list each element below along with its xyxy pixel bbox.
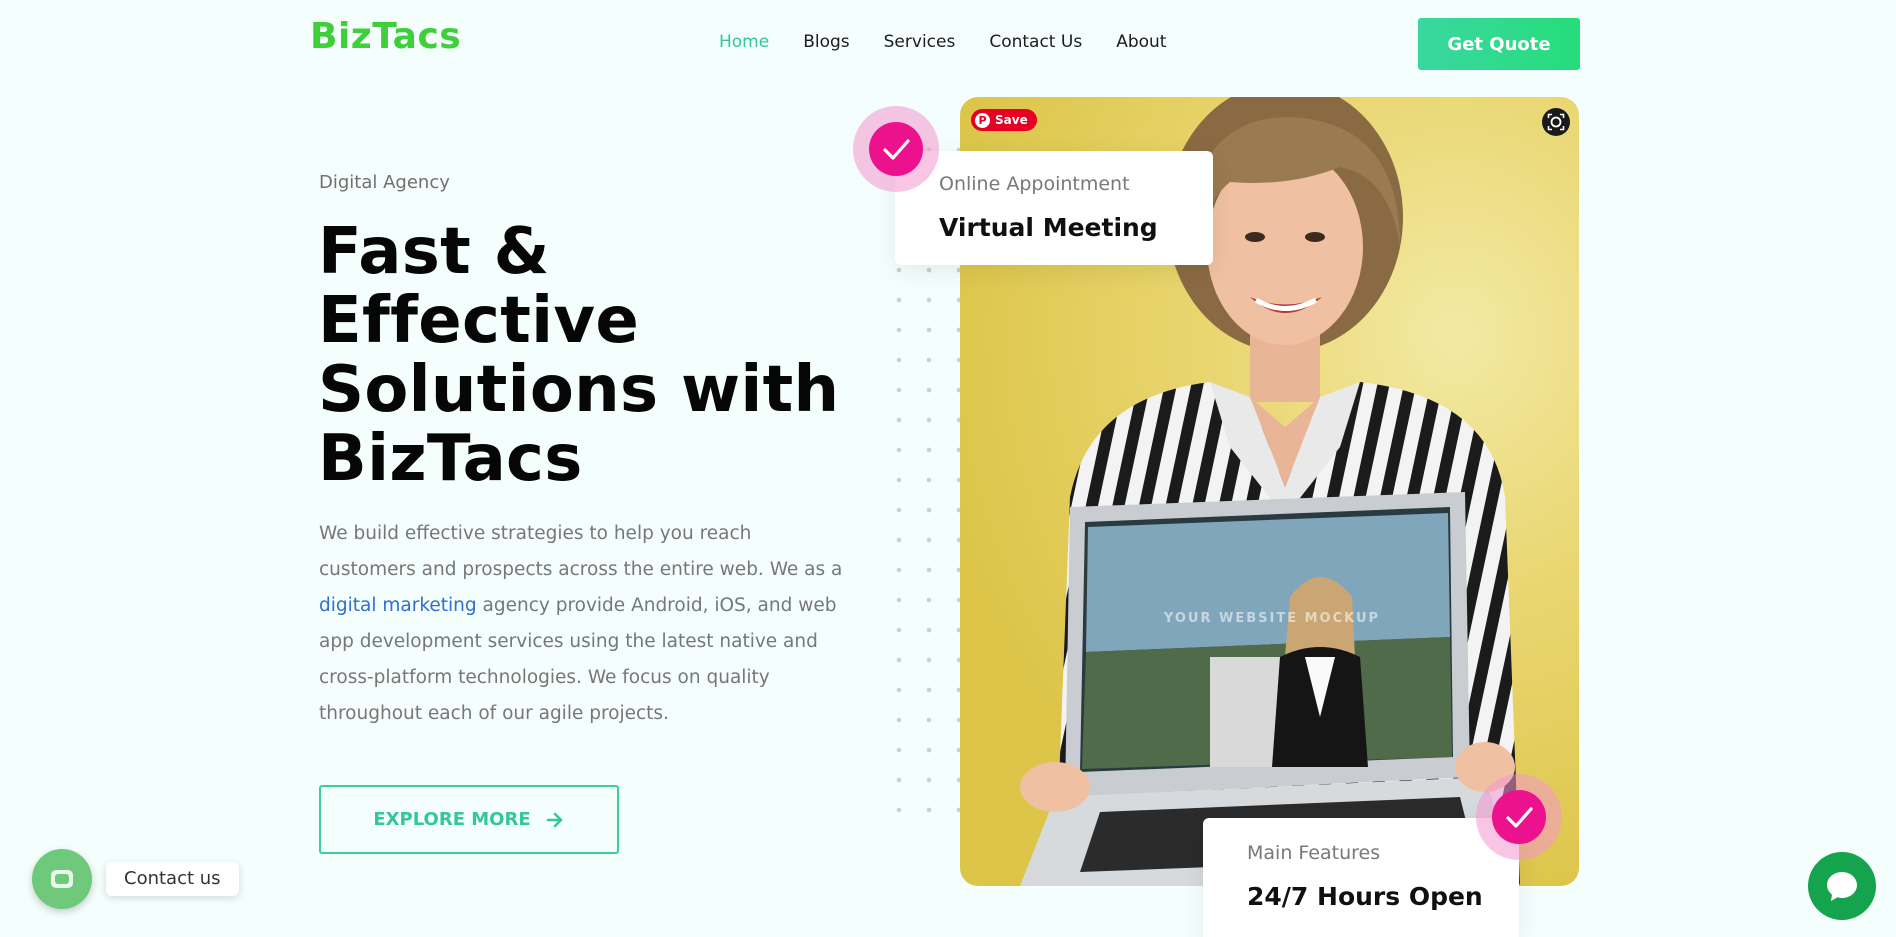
mockup-text: YOUR WEBSITE MOCKUP: [1163, 611, 1380, 626]
check-icon: [883, 139, 910, 160]
phone-icon: [51, 870, 73, 888]
hero-title-line: Solutions with: [318, 353, 840, 427]
main-nav: Home Blogs Services Contact Us About: [719, 32, 1166, 52]
contact-widget-button[interactable]: [32, 849, 92, 909]
hero-title: Fast & Effective Solutions with BizTacs: [318, 218, 878, 494]
site-logo[interactable]: BizTacs: [310, 16, 461, 57]
hero-title-line: BizTacs: [318, 422, 583, 496]
get-quote-button[interactable]: Get Quote: [1418, 18, 1580, 70]
nav-blogs[interactable]: Blogs: [803, 32, 849, 52]
features-card: Main Features 24/7 Hours Open: [1203, 818, 1519, 937]
appointment-card: Online Appointment Virtual Meeting: [895, 151, 1213, 265]
chat-button[interactable]: [1808, 852, 1876, 920]
nav-services[interactable]: Services: [884, 32, 956, 52]
hero-title-line: Effective: [318, 284, 640, 358]
check-badge: [1476, 774, 1562, 860]
arrow-right-icon: [546, 812, 562, 827]
hero-title-line: Fast &: [318, 215, 550, 289]
hero-description-part: We build effective strategies to help yo…: [319, 523, 843, 580]
features-card-title: 24/7 Hours Open: [1247, 882, 1483, 911]
check-badge: [853, 106, 939, 192]
pinterest-icon: P: [975, 112, 990, 128]
visual-search-icon: [1547, 113, 1565, 131]
visual-search-button[interactable]: [1542, 108, 1570, 136]
appointment-card-subtitle: Online Appointment: [939, 173, 1130, 195]
explore-more-label: EXPLORE MORE: [373, 809, 531, 830]
pinterest-save-button[interactable]: P Save: [971, 109, 1037, 131]
check-icon: [1506, 807, 1533, 828]
nav-home[interactable]: Home: [719, 32, 769, 52]
chat-bubble-icon: [1827, 872, 1857, 901]
contact-us-label[interactable]: Contact us: [106, 862, 239, 896]
hero-description: We build effective strategies to help yo…: [319, 516, 849, 732]
features-card-subtitle: Main Features: [1247, 842, 1381, 864]
digital-marketing-link[interactable]: digital marketing: [319, 595, 477, 616]
nav-contact-us[interactable]: Contact Us: [989, 32, 1082, 52]
hero-eyebrow: Digital Agency: [319, 172, 450, 193]
pinterest-save-label: Save: [995, 113, 1028, 127]
explore-more-button[interactable]: EXPLORE MORE: [319, 785, 619, 854]
appointment-card-title: Virtual Meeting: [939, 213, 1158, 242]
nav-about[interactable]: About: [1116, 32, 1166, 52]
